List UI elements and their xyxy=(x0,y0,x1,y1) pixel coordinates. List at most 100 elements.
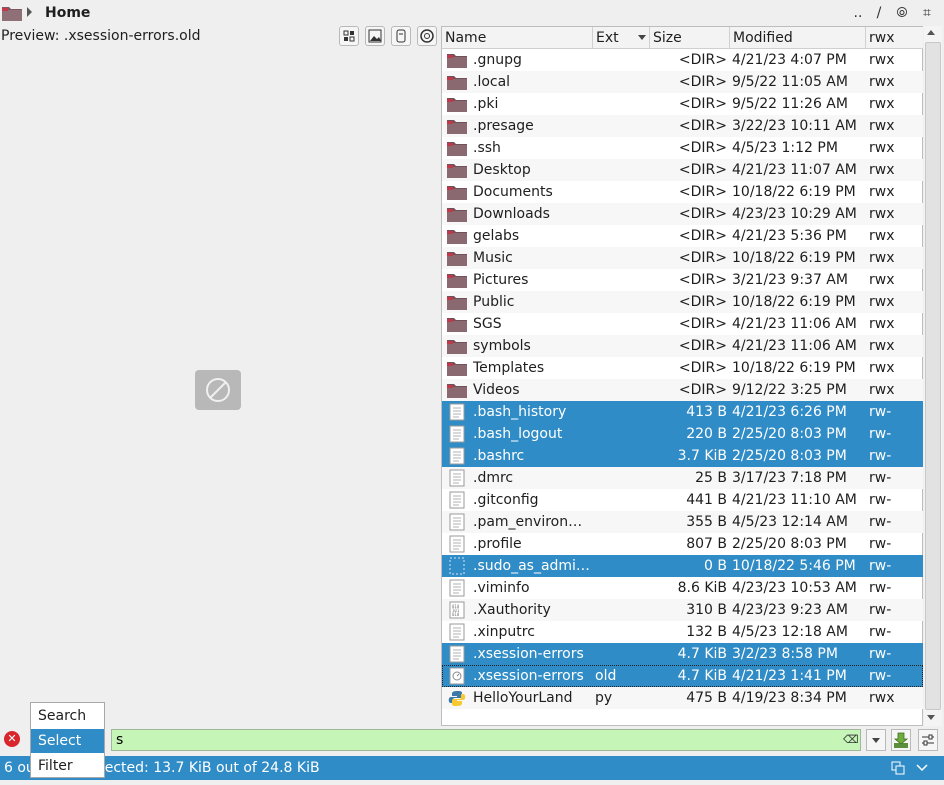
chevron-down-icon[interactable] xyxy=(915,762,929,774)
top-bar: Home .. / ⦾ ⌗ xyxy=(0,0,944,28)
file-ext xyxy=(595,159,645,181)
file-row[interactable]: .bash_logout 220 B 2/25/20 8:03 PM rw- xyxy=(442,423,923,445)
search-apply-button[interactable] xyxy=(891,729,911,751)
clear-search-icon[interactable]: ⌫ xyxy=(843,734,859,746)
expand-arrow-icon[interactable] xyxy=(27,7,32,17)
file-name: HelloYourLand xyxy=(473,690,573,706)
column-name[interactable]: Name xyxy=(442,27,593,49)
file-name: .gitconfig xyxy=(473,492,539,508)
file-permissions: rw- xyxy=(869,514,892,530)
file-row[interactable]: Pictures <DIR> 3/21/23 9:37 AM rwx xyxy=(442,269,923,291)
file-row[interactable]: .bashrc 3.7 KiB 2/25/20 8:03 PM rw- xyxy=(442,445,923,467)
file-icon xyxy=(449,645,465,663)
file-permissions: rwx xyxy=(869,382,895,398)
file-row[interactable]: Desktop <DIR> 4/21/23 11:07 AM rwx xyxy=(442,159,923,181)
copy-icon[interactable] xyxy=(891,761,905,775)
preview-image-button[interactable] xyxy=(365,26,385,46)
search-mode-menu[interactable]: Search Select Filter xyxy=(30,702,105,778)
file-icon xyxy=(449,535,465,553)
vertical-scrollbar[interactable] xyxy=(924,26,942,726)
scroll-down-icon[interactable] xyxy=(927,715,935,720)
chevron-down-icon xyxy=(872,738,880,743)
file-row[interactable]: .xinputrc 132 B 4/5/23 12:18 AM rw- xyxy=(442,621,923,643)
file-modified: 4/21/23 11:06 AM xyxy=(732,316,857,332)
sliders-icon xyxy=(922,734,934,746)
file-name: Documents xyxy=(473,184,553,200)
file-size: <DIR> xyxy=(678,140,727,156)
file-row[interactable]: Downloads <DIR> 4/23/23 10:29 AM rwx xyxy=(442,203,923,225)
preview-text-button[interactable] xyxy=(391,26,411,46)
file-permissions: rwx xyxy=(869,118,895,134)
root-dir-button[interactable]: / xyxy=(872,5,886,23)
menu-item-search[interactable]: Search xyxy=(31,704,104,728)
parent-dir-button[interactable]: .. xyxy=(850,5,866,23)
file-permissions: rwx xyxy=(869,294,895,310)
file-row[interactable]: .ssh <DIR> 4/5/23 1:12 PM rwx xyxy=(442,137,923,159)
file-row[interactable]: Templates <DIR> 10/18/22 6:19 PM rwx xyxy=(442,357,923,379)
location-title: Home xyxy=(45,5,91,21)
file-name: .presage xyxy=(473,118,534,134)
file-modified: 4/23/23 10:29 AM xyxy=(732,206,857,222)
home-folder-icon[interactable] xyxy=(1,4,23,22)
preview-disc-button[interactable] xyxy=(417,26,437,46)
file-row[interactable]: .pki <DIR> 9/5/22 11:26 AM rwx xyxy=(442,93,923,115)
file-row[interactable]: .bash_history 413 B 4/21/23 6:26 PM rw- xyxy=(442,401,923,423)
file-icon xyxy=(449,667,465,685)
menu-item-filter[interactable]: Filter xyxy=(31,754,104,778)
file-permissions: rwx xyxy=(869,96,895,112)
history-icon[interactable]: ⦾ xyxy=(893,5,911,23)
file-modified: 9/12/22 3:25 PM xyxy=(732,382,847,398)
folder-icon xyxy=(447,120,467,134)
search-history-dropdown[interactable] xyxy=(866,729,886,751)
file-row[interactable]: 010 101 010 .Xauthority 310 B 4/23/23 9:23 AM… xyxy=(442,599,923,621)
file-ext xyxy=(595,335,645,357)
file-name: .dmrc xyxy=(473,470,514,486)
file-size: <DIR> xyxy=(678,184,727,200)
file-row[interactable]: Music <DIR> 10/18/22 6:19 PM rwx xyxy=(442,247,923,269)
file-row[interactable]: gelabs <DIR> 4/21/23 5:36 PM rwx xyxy=(442,225,923,247)
bookmark-icon[interactable]: ⌗ xyxy=(918,5,936,23)
column-size[interactable]: Size xyxy=(650,27,730,49)
preview-layout-button[interactable] xyxy=(339,26,359,46)
file-row[interactable]: Documents <DIR> 10/18/22 6:19 PM rwx xyxy=(442,181,923,203)
search-options-button[interactable] xyxy=(918,729,938,751)
scroll-up-icon[interactable] xyxy=(927,30,935,35)
file-row[interactable]: .sudo_as_admi… 0 B 10/18/22 5:46 PM rw- xyxy=(442,555,923,577)
menu-item-select[interactable]: Select xyxy=(31,729,104,753)
file-row[interactable]: .xsession-errors 4.7 KiB 3/2/23 8:58 PM rw- xyxy=(442,643,923,665)
file-row[interactable]: symbols <DIR> 4/21/23 11:06 AM rwx xyxy=(442,335,923,357)
file-row[interactable]: .viminfo 8.6 KiB 4/23/23 10:53 AM rw- xyxy=(442,577,923,599)
column-rwx[interactable]: rwx xyxy=(866,27,923,49)
file-row[interactable]: HelloYourLand py 475 B 4/19/23 8:34 PM rwx xyxy=(442,687,923,709)
file-size: 441 B xyxy=(686,492,727,508)
folder-icon xyxy=(447,54,467,68)
file-list[interactable]: Name Ext Size Modified rwx .gnupg <DIR> 4/… xyxy=(441,26,923,726)
file-ext xyxy=(595,621,645,643)
file-modified: 4/5/23 1:12 PM xyxy=(732,140,838,156)
scroll-thumb[interactable] xyxy=(925,42,941,710)
file-row[interactable]: .presage <DIR> 3/22/23 10:11 AM rwx xyxy=(442,115,923,137)
file-permissions: rw- xyxy=(869,404,892,420)
file-modified: 4/19/23 8:34 PM xyxy=(732,690,847,706)
file-row[interactable]: .local <DIR> 9/5/22 11:05 AM rwx xyxy=(442,71,923,93)
file-row[interactable]: SGS <DIR> 4/21/23 11:06 AM rwx xyxy=(442,313,923,335)
svg-text:010: 010 xyxy=(452,612,460,617)
search-input[interactable] xyxy=(111,729,861,751)
file-row[interactable]: .gnupg <DIR> 4/21/23 4:07 PM rwx xyxy=(442,49,923,71)
file-row[interactable]: .gitconfig 441 B 4/21/23 11:10 AM rw- xyxy=(442,489,923,511)
close-search-icon[interactable]: ✕ xyxy=(4,731,20,747)
file-ext: py xyxy=(595,690,613,706)
file-row[interactable]: Videos <DIR> 9/12/22 3:25 PM rwx xyxy=(442,379,923,401)
file-row[interactable]: .xsession-errors old 4.7 KiB 4/21/23 1:41 P… xyxy=(442,665,923,687)
file-row[interactable]: Public <DIR> 10/18/22 6:19 PM rwx xyxy=(442,291,923,313)
file-name: .bash_logout xyxy=(473,426,563,442)
file-row[interactable]: .dmrc 25 B 3/17/23 7:18 PM rw- xyxy=(442,467,923,489)
file-row[interactable]: .profile 807 B 2/25/20 8:03 PM rw- xyxy=(442,533,923,555)
file-row[interactable]: .pam_environ… 355 B 4/5/23 12:14 AM rw- xyxy=(442,511,923,533)
file-name: .gnupg xyxy=(473,52,522,68)
file-name: gelabs xyxy=(473,228,520,244)
column-modified[interactable]: Modified xyxy=(730,27,866,49)
file-permissions: rwx xyxy=(869,360,895,376)
file-ext xyxy=(595,115,645,137)
file-icon: 010101010 xyxy=(449,601,465,619)
